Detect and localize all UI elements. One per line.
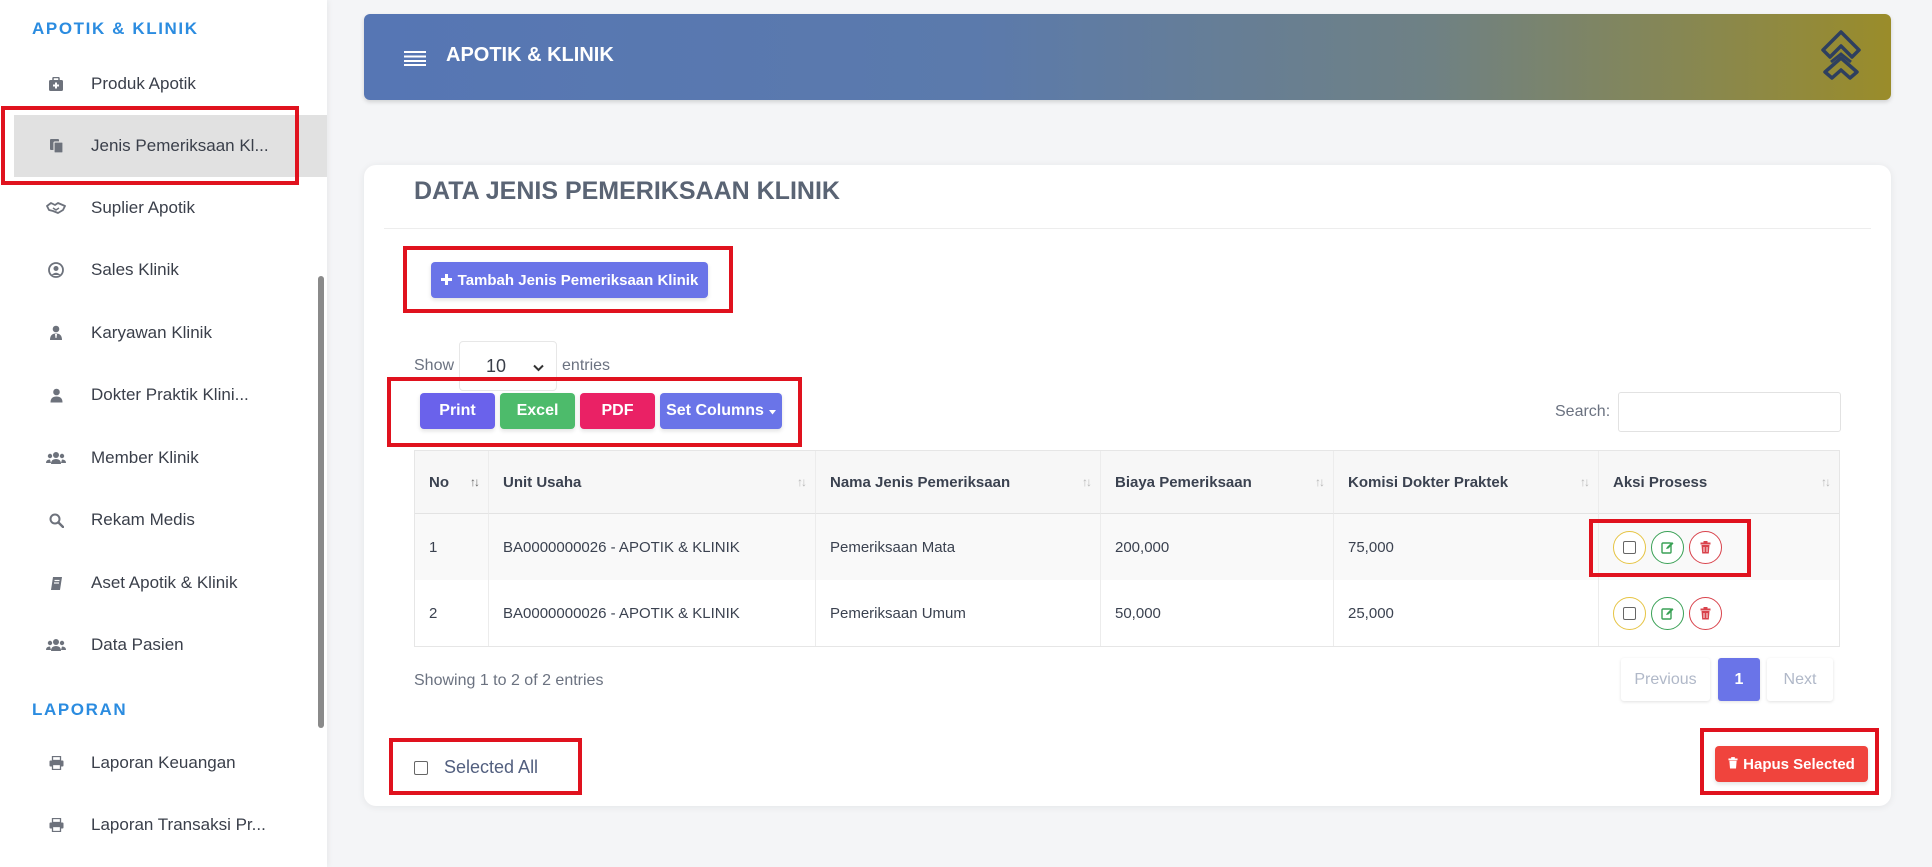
- sidebar-item-suplier-apotik[interactable]: Suplier Apotik: [14, 177, 327, 239]
- search-label: Search:: [1555, 403, 1611, 420]
- sidebar-item-label: Member Klinik: [91, 448, 199, 467]
- column-header-unit-usaha[interactable]: Unit Usaha ↑↓: [489, 451, 816, 514]
- highlight-box: [1700, 728, 1879, 795]
- column-header-nama-jenis[interactable]: Nama Jenis Pemeriksaan ↑↓: [816, 451, 1101, 514]
- column-header-komisi[interactable]: Komisi Dokter Praktek ↑↓: [1334, 451, 1599, 514]
- sidebar-item-label: Sales Klinik: [91, 260, 179, 279]
- sort-icon: ↑↓: [1082, 475, 1092, 489]
- table-cell-no: 2: [415, 580, 489, 646]
- delete-button[interactable]: [1689, 596, 1722, 630]
- column-header-no[interactable]: No ↑↓: [415, 451, 489, 514]
- pagination-page-1[interactable]: 1: [1718, 658, 1760, 701]
- user-icon: [44, 383, 68, 407]
- sidebar-item-member-klinik[interactable]: Member Klinik: [14, 427, 327, 489]
- entries-value: 10: [486, 355, 507, 376]
- search-input[interactable]: [1618, 392, 1841, 432]
- column-header-aksi[interactable]: Aksi Prosess ↑↓: [1599, 451, 1839, 514]
- trash-icon: [1700, 606, 1711, 619]
- sort-icon: ↑↓: [1821, 475, 1831, 489]
- printer-icon: [44, 813, 68, 837]
- book-icon: [44, 571, 68, 595]
- sidebar-scrollbar[interactable]: [318, 276, 324, 728]
- highlight-box: [389, 738, 582, 795]
- edit-icon: [1661, 607, 1674, 620]
- sort-icon: ↑↓: [1315, 475, 1325, 489]
- checkbox-icon: [1623, 606, 1636, 620]
- sidebar-item-label: Data Pasien: [91, 635, 184, 654]
- logo-icon: [1819, 28, 1863, 91]
- highlight-box: [403, 246, 733, 313]
- sidebar-item-label: Rekam Medis: [91, 510, 195, 529]
- page-title: DATA JENIS PEMERIKSAAN KLINIK: [414, 177, 840, 205]
- table-cell-aksi: [1599, 580, 1839, 646]
- sidebar-item-label: Laporan Transaksi Pr...: [91, 815, 266, 834]
- sidebar-item-laporan-keuangan[interactable]: Laporan Keuangan: [14, 732, 327, 794]
- edit-button[interactable]: [1651, 596, 1684, 630]
- users-icon: [44, 446, 68, 470]
- user-tie-icon: [44, 321, 68, 345]
- table-cell-no: 1: [415, 514, 489, 580]
- table-cell-biaya: 50,000: [1101, 580, 1334, 646]
- page-header: APOTIK & KLINIK: [364, 14, 1891, 100]
- divider: [384, 228, 1871, 229]
- show-label: Show: [414, 357, 455, 374]
- sidebar-item-aset[interactable]: Aset Apotik & Klinik: [14, 552, 327, 614]
- highlight-box: [1, 106, 299, 185]
- entries-label: entries: [562, 357, 611, 374]
- user-circle-icon: [44, 258, 68, 282]
- users-icon: [44, 633, 68, 657]
- sidebar-item-label: Suplier Apotik: [91, 198, 195, 217]
- table-cell-nama-jenis: Pemeriksaan Umum: [816, 580, 1101, 646]
- sidebar-item-label: Dokter Praktik Klini...: [91, 385, 249, 404]
- medkit-icon: [44, 72, 68, 96]
- table-cell-biaya: 200,000: [1101, 514, 1334, 580]
- sidebar-item-dokter-praktik[interactable]: Dokter Praktik Klini...: [14, 364, 327, 426]
- sidebar-item-label: Produk Apotik: [91, 74, 196, 93]
- table-cell-unit-usaha: BA0000000026 - APOTIK & KLINIK: [489, 580, 816, 646]
- sidebar-item-sales-klinik[interactable]: Sales Klinik: [14, 239, 327, 301]
- sidebar-item-label: Aset Apotik & Klinik: [91, 573, 238, 592]
- pagination-previous[interactable]: Previous: [1621, 658, 1710, 701]
- table-cell-komisi: 25,000: [1334, 580, 1599, 646]
- highlight-box: [1589, 519, 1751, 577]
- sort-icon: ↑↓: [1580, 475, 1590, 489]
- table-info: Showing 1 to 2 of 2 entries: [414, 672, 604, 689]
- sort-icon: ↑↓: [797, 475, 807, 489]
- sidebar-item-laporan-transaksi[interactable]: Laporan Transaksi Pr...: [14, 794, 327, 856]
- search-icon: [44, 508, 68, 532]
- sidebar-item-rekam-medis[interactable]: Rekam Medis: [14, 489, 327, 551]
- table-cell-nama-jenis: Pemeriksaan Mata: [816, 514, 1101, 580]
- row-actions: [1613, 596, 1722, 630]
- column-header-biaya[interactable]: Biaya Pemeriksaan ↑↓: [1101, 451, 1334, 514]
- sidebar-section-apotik: APOTIK & KLINIK: [32, 19, 199, 38]
- table-cell-komisi: 75,000: [1334, 514, 1599, 580]
- sidebar-item-data-pasien[interactable]: Data Pasien: [14, 614, 327, 676]
- sidebar-item-label: Laporan Keuangan: [91, 753, 236, 772]
- sidebar-item-karyawan-klinik[interactable]: Karyawan Klinik: [14, 302, 327, 364]
- sidebar-item-label: Karyawan Klinik: [91, 323, 212, 342]
- chevron-down-icon: [533, 356, 544, 377]
- pagination-next[interactable]: Next: [1767, 658, 1833, 701]
- sidebar-section-laporan: LAPORAN: [32, 700, 128, 719]
- menu-icon[interactable]: [404, 50, 426, 71]
- row-select-checkbox[interactable]: [1613, 596, 1646, 630]
- table-cell-unit-usaha: BA0000000026 - APOTIK & KLINIK: [489, 514, 816, 580]
- highlight-box: [387, 377, 802, 447]
- printer-icon: [44, 751, 68, 775]
- handshake-icon: [44, 196, 68, 220]
- header-title: APOTIK & KLINIK: [446, 44, 614, 66]
- sort-asc-icon: ↑↓: [470, 475, 480, 489]
